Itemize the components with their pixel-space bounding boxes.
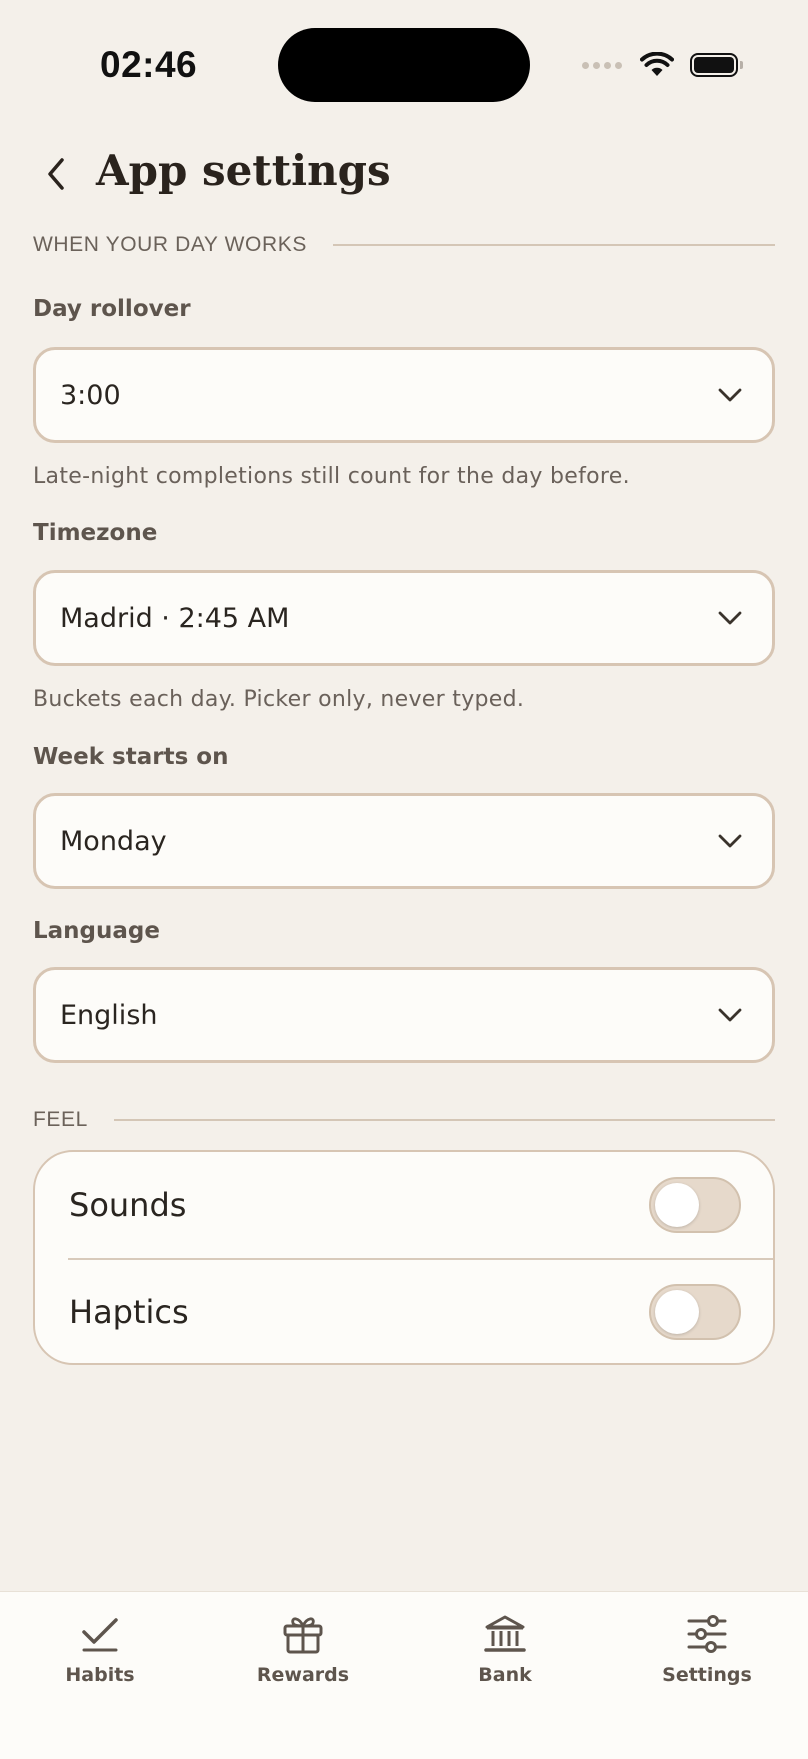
sliders-icon [685, 1612, 729, 1656]
day-rollover-label: Day rollover [33, 296, 191, 322]
tab-habits[interactable]: Habits [25, 1612, 175, 1702]
check-icon [78, 1612, 122, 1656]
day-rollover-select[interactable]: 3:00 [33, 347, 775, 443]
sounds-label: Sounds [69, 1186, 187, 1224]
section-title: WHEN YOUR DAY WORKS [33, 233, 307, 256]
section-divider [113, 1119, 775, 1121]
battery-icon [690, 53, 743, 77]
toggle-knob [655, 1290, 699, 1334]
signal-dots-icon [582, 61, 622, 69]
chevron-down-icon [718, 387, 742, 403]
tab-bar: Habits Rewards Bank Settings [0, 1591, 808, 1759]
tab-settings[interactable]: Settings [632, 1612, 782, 1702]
section-header-feel: FEEL [33, 1108, 775, 1132]
timezone-select[interactable]: Madrid · 2:45 AM [33, 570, 775, 666]
status-icons [582, 48, 743, 82]
status-time: 02:46 [100, 44, 198, 85]
timezone-label: Timezone [33, 520, 158, 546]
haptics-label: Haptics [69, 1293, 189, 1331]
toggle-knob [655, 1183, 699, 1227]
select-value: Monday [60, 825, 167, 857]
day-rollover-helper: Late-night completions still count for t… [33, 464, 630, 489]
tab-label: Rewards [256, 1664, 350, 1686]
status-bar: 02:46 [0, 0, 808, 130]
select-value: English [60, 999, 158, 1031]
page-header: App settings [0, 140, 808, 210]
feel-settings-card: Sounds Haptics [33, 1150, 775, 1365]
language-label: Language [33, 918, 160, 944]
page-title: App settings [96, 146, 391, 195]
tab-bank[interactable]: Bank [430, 1612, 580, 1702]
haptics-toggle[interactable] [649, 1284, 741, 1340]
sounds-row[interactable]: Sounds [35, 1152, 773, 1258]
language-select[interactable]: English [33, 967, 775, 1063]
tab-rewards[interactable]: Rewards [228, 1612, 378, 1702]
haptics-row[interactable]: Haptics [35, 1259, 773, 1365]
chevron-down-icon [718, 1007, 742, 1023]
tab-label: Habits [65, 1664, 135, 1686]
section-title: FEEL [33, 1108, 88, 1131]
chevron-left-icon [48, 158, 64, 190]
back-button[interactable] [36, 152, 76, 196]
timezone-helper: Buckets each day. Picker only, never typ… [33, 687, 525, 712]
gift-icon [281, 1612, 325, 1656]
wifi-icon [640, 52, 674, 76]
dynamic-island [278, 28, 530, 102]
select-value: 3:00 [60, 379, 121, 411]
week-start-label: Week starts on [33, 744, 229, 770]
section-divider [332, 244, 775, 246]
tab-label: Settings [662, 1664, 752, 1686]
chevron-down-icon [718, 610, 742, 626]
section-header-day: WHEN YOUR DAY WORKS [33, 233, 775, 257]
sounds-toggle[interactable] [649, 1177, 741, 1233]
chevron-down-icon [718, 833, 742, 849]
select-value: Madrid · 2:45 AM [60, 602, 290, 634]
bank-icon [483, 1612, 527, 1656]
tab-label: Bank [478, 1664, 532, 1686]
week-start-select[interactable]: Monday [33, 793, 775, 889]
